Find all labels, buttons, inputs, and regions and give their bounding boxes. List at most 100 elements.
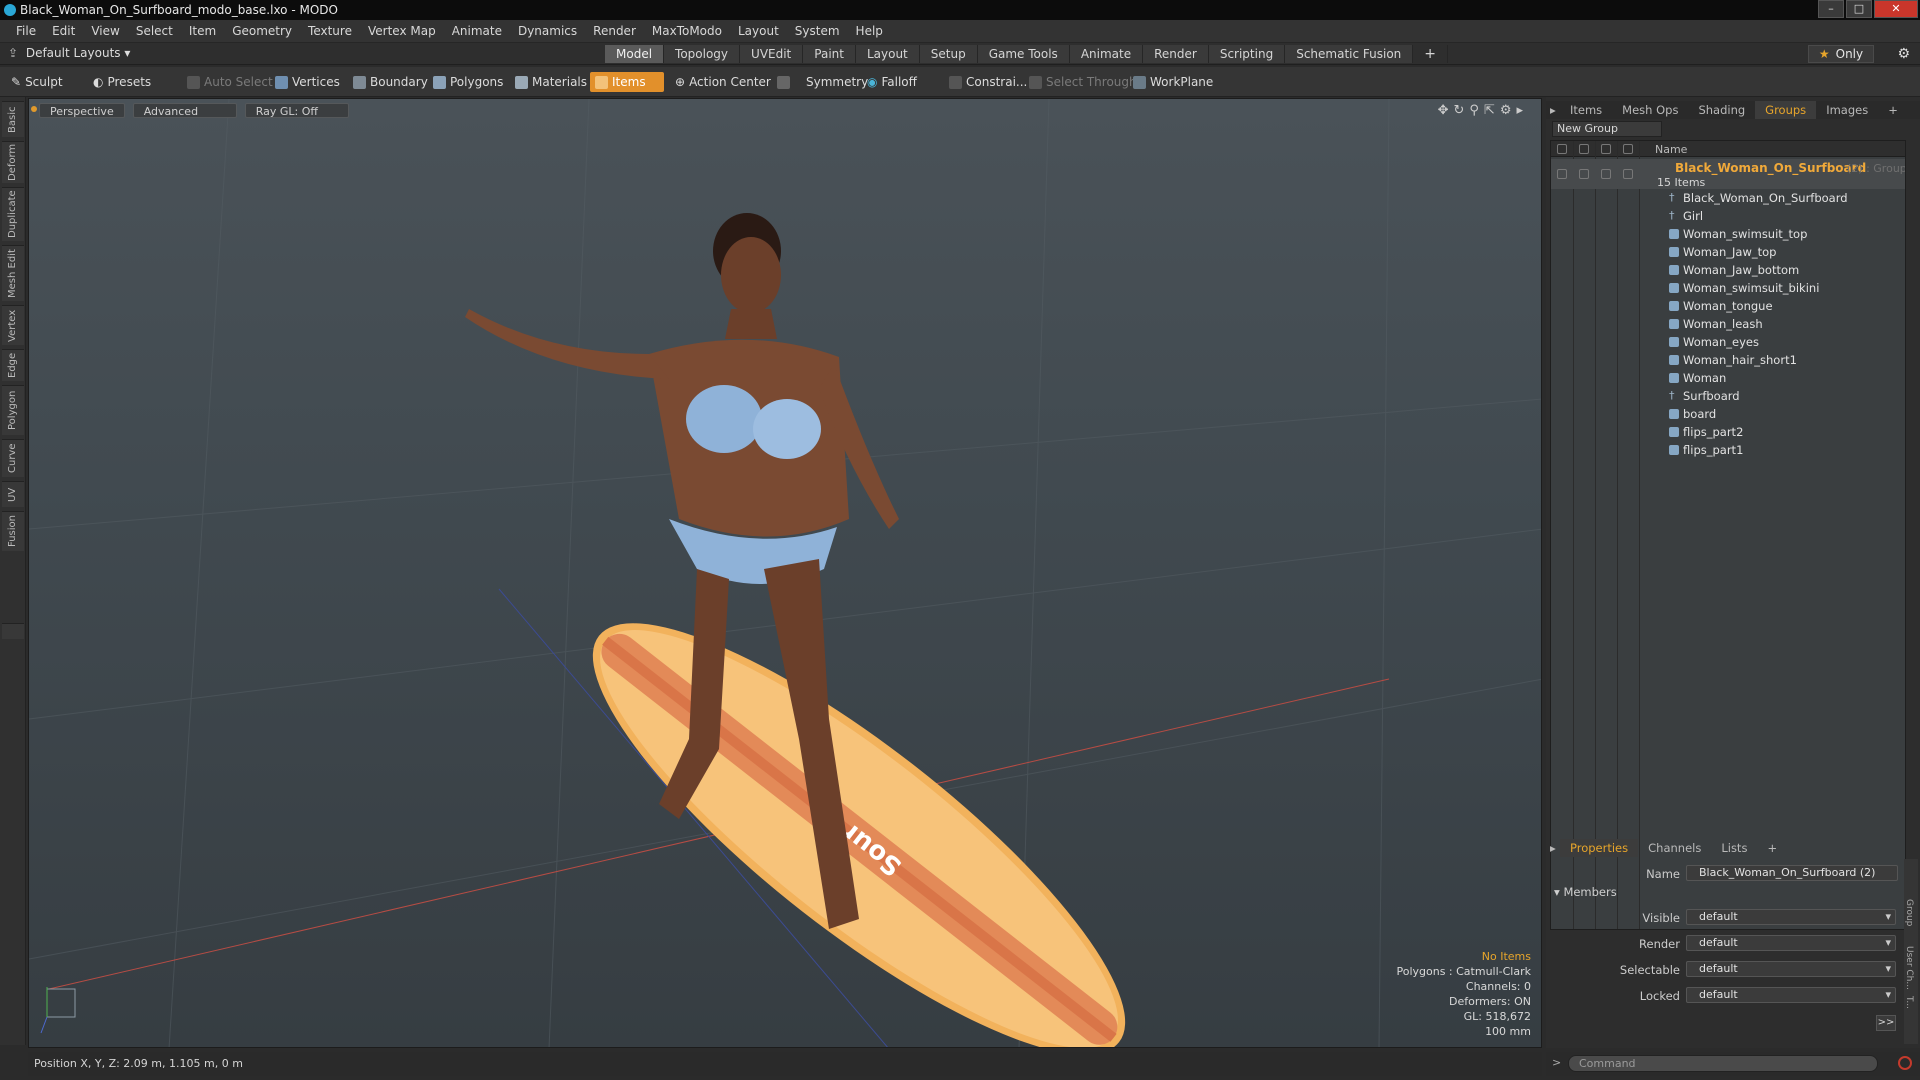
tree-item-row[interactable]: Woman xyxy=(1551,369,1905,387)
group-name-field[interactable]: Black_Woman_On_Surfboard (2) xyxy=(1686,865,1898,881)
tab-topology[interactable]: Topology xyxy=(664,45,741,63)
add-props-tab-button[interactable]: + xyxy=(1757,839,1787,857)
tree-item-row[interactable]: Woman_leash xyxy=(1551,315,1905,333)
tab-schematic-fusion[interactable]: Schematic Fusion xyxy=(1285,45,1414,63)
tab-model[interactable]: Model xyxy=(605,45,665,63)
members-section[interactable]: ▾ Members xyxy=(1554,885,1617,899)
tab-shading[interactable]: Shading xyxy=(1688,101,1755,119)
boundary-button[interactable]: Boundary xyxy=(348,72,433,92)
vtab-polygon[interactable]: Polygon xyxy=(2,385,24,435)
layouts-dropdown[interactable]: ⇪ Default Layouts ▾ xyxy=(8,46,130,60)
tree-item-row[interactable]: Woman_swimsuit_top xyxy=(1551,225,1905,243)
render-dropdown[interactable]: default ▾ xyxy=(1686,935,1896,951)
tree-item-row[interactable]: Woman_tongue xyxy=(1551,297,1905,315)
vtab-edge[interactable]: Edge xyxy=(2,349,24,381)
vtab-duplicate[interactable]: Duplicate xyxy=(2,187,24,241)
props-menu-icon[interactable]: ▸ xyxy=(1546,839,1560,857)
tab-mesh-ops[interactable]: Mesh Ops xyxy=(1612,101,1688,119)
tree-item-row[interactable]: flips_part2 xyxy=(1551,423,1905,441)
symmetry-button[interactable]: Symmetry xyxy=(772,72,873,92)
menu-animate[interactable]: Animate xyxy=(444,24,510,38)
side-tab-t[interactable]: T... xyxy=(1904,996,1914,1009)
tab-scripting[interactable]: Scripting xyxy=(1208,45,1286,63)
menu-render[interactable]: Render xyxy=(585,24,644,38)
tab-groups[interactable]: Groups xyxy=(1755,101,1817,119)
close-button[interactable]: ✕ xyxy=(1874,0,1918,18)
sculpt-button[interactable]: ✎ Sculpt xyxy=(6,72,68,92)
select-column-icon[interactable] xyxy=(1623,144,1633,154)
menu-file[interactable]: File xyxy=(8,24,44,38)
vtab-uv[interactable]: UV xyxy=(2,481,24,507)
tree-item-row[interactable]: Woman_eyes xyxy=(1551,333,1905,351)
materials-button[interactable]: Materials xyxy=(510,72,592,92)
action-center-button[interactable]: ⊕ Action Center xyxy=(670,72,776,92)
tab-layout[interactable]: Layout xyxy=(855,45,920,63)
gear-icon[interactable]: ⚙ xyxy=(1897,46,1910,62)
move-view-icon[interactable]: ✥ xyxy=(1438,103,1449,118)
tab-uvedit[interactable]: UVEdit xyxy=(740,45,804,63)
side-tab-user-channels[interactable]: User Ch... xyxy=(1904,946,1914,990)
add-tab-button[interactable]: + xyxy=(1413,45,1449,63)
tree-item-row[interactable]: flips_part1 xyxy=(1551,441,1905,459)
vtab-curve[interactable]: Curve xyxy=(2,439,24,477)
perspective-button[interactable]: Perspective xyxy=(39,103,125,118)
side-tab-group[interactable]: Group xyxy=(1904,899,1914,926)
tree-item-row[interactable]: Woman_hair_short1 xyxy=(1551,351,1905,369)
tree-item-row[interactable]: † Surfboard xyxy=(1551,387,1905,405)
vtab-extra[interactable] xyxy=(2,623,24,639)
vtab-mesh-edit[interactable]: Mesh Edit xyxy=(2,245,24,301)
fit-view-icon[interactable]: ⇱ xyxy=(1484,103,1495,118)
tab-setup[interactable]: Setup xyxy=(919,45,978,63)
presets-button[interactable]: ◐ Presets xyxy=(88,72,156,92)
menu-dynamics[interactable]: Dynamics xyxy=(510,24,585,38)
tab-render[interactable]: Render xyxy=(1143,45,1209,63)
menu-select[interactable]: Select xyxy=(128,24,181,38)
menu-help[interactable]: Help xyxy=(848,24,891,38)
constraints-button[interactable]: Constrai... xyxy=(944,72,1032,92)
advanced-button[interactable]: Advanced xyxy=(132,103,237,118)
tree-item-row[interactable]: † Black_Woman_On_Surfboard xyxy=(1551,189,1905,207)
tab-animate[interactable]: Animate xyxy=(1069,45,1144,63)
auto-select-button[interactable]: Auto Select xyxy=(182,72,278,92)
vtab-fusion[interactable]: Fusion xyxy=(2,511,24,551)
polygons-button[interactable]: Polygons xyxy=(428,72,508,92)
command-input[interactable]: Command xyxy=(1568,1055,1878,1072)
tab-properties[interactable]: Properties xyxy=(1560,839,1639,857)
select-through-button[interactable]: Select Through xyxy=(1024,72,1142,92)
menu-layout[interactable]: Layout xyxy=(730,24,787,38)
command-run-icon[interactable] xyxy=(1898,1056,1912,1070)
vtab-vertex[interactable]: Vertex xyxy=(2,305,24,345)
workplane-button[interactable]: WorkPlane xyxy=(1128,72,1218,92)
tab-game-tools[interactable]: Game Tools xyxy=(977,45,1070,63)
items-button[interactable]: Items xyxy=(590,72,664,92)
menu-system[interactable]: System xyxy=(787,24,848,38)
new-group-button[interactable]: New Group xyxy=(1552,121,1662,137)
minimize-button[interactable]: – xyxy=(1818,0,1844,18)
zoom-view-icon[interactable]: ⚲ xyxy=(1469,103,1479,118)
add-panel-tab-button[interactable]: + xyxy=(1878,101,1908,119)
viewport-gear-icon[interactable]: ⚙ xyxy=(1500,103,1512,118)
falloff-button[interactable]: ◉ Falloff xyxy=(862,72,922,92)
menu-geometry[interactable]: Geometry xyxy=(224,24,300,38)
group-select-icon[interactable] xyxy=(1623,169,1633,179)
menu-vertex-map[interactable]: Vertex Map xyxy=(360,24,444,38)
selectable-dropdown[interactable]: default ▾ xyxy=(1686,961,1896,977)
group-render-icon[interactable] xyxy=(1579,169,1589,179)
vtab-deform[interactable]: Deform xyxy=(2,141,24,183)
menu-maxtomodo[interactable]: MaxToModo xyxy=(644,24,730,38)
rotate-view-icon[interactable]: ↻ xyxy=(1453,103,1464,118)
group-visibility-icon[interactable] xyxy=(1557,169,1567,179)
group-row[interactable]: Black_Woman_On_Surfboard (2) : Group 15 … xyxy=(1551,159,1905,189)
ray-gl-button[interactable]: Ray GL: Off xyxy=(244,103,349,118)
tab-channels[interactable]: Channels xyxy=(1638,839,1711,857)
only-button[interactable]: ★ Only xyxy=(1808,45,1874,63)
visibility-column-icon[interactable] xyxy=(1557,144,1567,154)
tree-item-row[interactable]: Woman_Jaw_bottom xyxy=(1551,261,1905,279)
group-lock-icon[interactable] xyxy=(1601,169,1611,179)
viewport-menu-icon[interactable]: ▸ xyxy=(1516,103,1523,118)
tab-paint[interactable]: Paint xyxy=(803,45,856,63)
tree-item-row[interactable]: † Girl xyxy=(1551,207,1905,225)
tree-item-row[interactable]: Woman_Jaw_top xyxy=(1551,243,1905,261)
panel-menu-icon[interactable]: ▸ xyxy=(1546,101,1560,119)
maximize-button[interactable]: □ xyxy=(1846,0,1872,18)
